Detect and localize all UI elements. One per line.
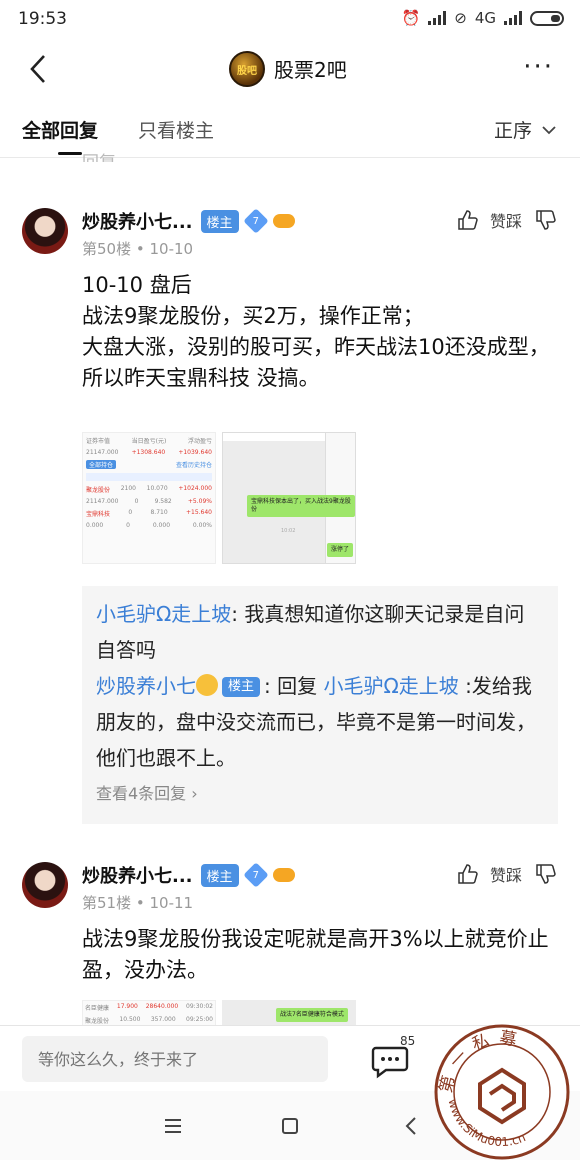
owner-badge: 楼主 — [222, 677, 261, 697]
status-bar: 19:53 ⏰ ⊘ 4G — [0, 0, 580, 36]
more-icon[interactable]: ··· — [523, 52, 554, 82]
comment-input[interactable] — [22, 1036, 328, 1082]
sort-label: 正序 — [493, 120, 532, 142]
level-badge: 7 — [242, 208, 269, 234]
content-line: 战法9聚龙股份，买2万，操作正常； — [82, 304, 424, 328]
network-type: 4G — [474, 9, 496, 27]
forum-logo[interactable]: 股吧 — [229, 51, 265, 87]
thumbs-up-icon[interactable] — [456, 209, 478, 231]
level-badge: 7 — [242, 862, 269, 888]
content-line: 10-10 盘后 — [82, 273, 192, 297]
post-meta: 第51楼 • 10-11 — [82, 894, 194, 912]
reply-user[interactable]: 炒股养小七 — [96, 674, 196, 698]
back-icon[interactable] — [22, 50, 56, 88]
content-line: 战法9聚龙股份我设定呢就是高开3%以上就竞价止盈，没办法。 — [82, 927, 549, 982]
username[interactable]: 炒股养小七... — [82, 208, 193, 234]
comment-count: 85 — [400, 1034, 416, 1048]
reply-user[interactable]: 小毛驴Ω走上坡 — [96, 602, 231, 626]
chevron-down-icon — [542, 125, 556, 134]
like-label: 赞踩 — [489, 866, 522, 885]
battery-icon — [530, 10, 564, 26]
thumbs-up-icon[interactable] — [456, 863, 478, 885]
view-more-replies[interactable]: 查看4条回复 › — [96, 780, 544, 804]
post-date: 10-11 — [149, 894, 194, 912]
back-nav-icon[interactable] — [397, 1111, 427, 1141]
post-date: 10-10 — [149, 240, 194, 258]
sort-dropdown[interactable]: 正序 — [494, 116, 556, 143]
post-content: 10-10 盘后 战法9聚龙股份，买2万，操作正常； 大盘大涨，没别的股可买，昨… — [82, 270, 552, 394]
post-content: 战法9聚龙股份我设定呢就是高开3%以上就竞价止盈，没办法。 — [82, 924, 552, 986]
post-meta: 第50楼 • 10-10 — [82, 240, 194, 258]
user-row: 炒股养小七... 楼主 7 — [82, 208, 295, 234]
emoji-icon — [196, 674, 218, 696]
reply-item[interactable]: 炒股养小七 楼主: 回复 小毛驴Ω走上坡 :发给我朋友的，盘中没交流而已，毕竟不是… — [96, 668, 544, 776]
tab-owner-only[interactable]: 只看楼主 — [138, 116, 214, 143]
thumbs-down-icon[interactable] — [534, 863, 556, 885]
nav-bar: 股吧 股票2吧 ··· — [0, 36, 580, 102]
like-label: 赞踩 — [489, 212, 522, 231]
floor-number: 第50楼 — [82, 240, 132, 258]
reply-item[interactable]: 小毛驴Ω走上坡: 我真想知道你这聊天记录是自问自答吗 — [96, 596, 544, 668]
like-zone: 赞踩 — [456, 208, 556, 232]
avatar[interactable] — [22, 208, 68, 254]
menu-icon[interactable] — [158, 1111, 188, 1141]
post-image-chat[interactable]: 宝鼎科技保本出了，买入战法9聚龙股份 10:02 涨停了 — [222, 432, 356, 564]
tab-active-indicator — [58, 152, 82, 155]
owner-badge: 楼主 — [200, 209, 239, 233]
status-time: 19:53 — [18, 9, 67, 29]
tab-all-replies[interactable]: 全部回复 — [22, 116, 98, 143]
reply-target[interactable]: 小毛驴Ω走上坡 — [323, 674, 458, 698]
user-row: 炒股养小七... 楼主 7 — [82, 862, 295, 888]
floor-number: 第51楼 — [82, 894, 132, 912]
gamepad-icon — [272, 214, 295, 228]
thumbs-down-icon[interactable] — [534, 209, 556, 231]
owner-badge: 楼主 — [200, 863, 239, 887]
status-icons: ⏰ ⊘ 4G — [402, 9, 564, 27]
username[interactable]: 炒股养小七... — [82, 862, 193, 888]
avatar[interactable] — [22, 862, 68, 908]
no-sim-icon: ⊘ — [454, 9, 467, 27]
alarm-icon: ⏰ — [401, 9, 421, 27]
like-zone: 赞踩 — [456, 862, 556, 886]
watermark-seal: 第一私募 www.SiMu001.cn — [434, 1024, 570, 1160]
gamepad-icon — [272, 868, 295, 882]
content-line: 大盘大涨，没别的股可买，昨天战法10还没成型，所以昨天宝鼎科技 没搞。 — [82, 335, 550, 390]
signal-icon — [428, 11, 447, 25]
post-image-holdings[interactable]: 证券市值 当日盈亏(元) 浮动盈亏 21147.000 +1308.640 +1039.… — [82, 432, 216, 564]
home-icon[interactable] — [275, 1111, 305, 1141]
forum-title[interactable]: 股票2吧 — [274, 54, 347, 83]
reply-thread: 小毛驴Ω走上坡: 我真想知道你这聊天记录是自问自答吗 炒股养小七 楼主: 回复 小… — [82, 586, 558, 824]
signal-icon-2 — [504, 11, 522, 25]
cut-off-text: 回复 — [82, 148, 116, 162]
